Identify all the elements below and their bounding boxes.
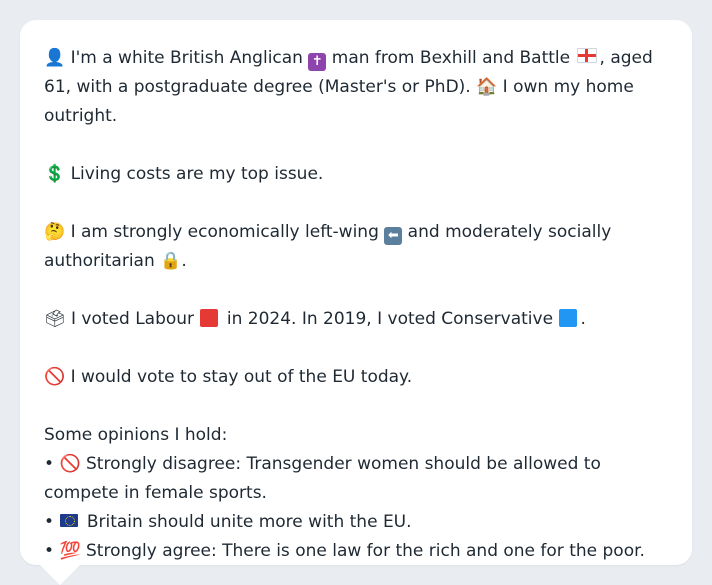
england-flag-icon [576, 48, 597, 63]
votes-paragraph: 🗳 I voted Labour in 2024. In 2019, I vot… [44, 305, 668, 334]
ideology-text-a: I am strongly economically left-wing [65, 222, 385, 242]
votes-text-c: . [580, 309, 586, 329]
opinion-text: Britain should unite more with the EU. [81, 512, 412, 532]
bullet: • [44, 512, 60, 532]
issue-paragraph: 💲 Living costs are my top issue. [44, 160, 668, 189]
hundred-points-icon: 💯 [59, 541, 81, 561]
votes-text-b: in 2024. In 2019, I voted Conservative [221, 309, 559, 329]
profile-text-b: man from Bexhill and Battle [326, 48, 576, 68]
opinion-text: Strongly disagree: Transgender women sho… [44, 454, 601, 503]
eu-flag-icon [60, 514, 79, 527]
message-bubble: 👤 I'm a white British Anglican ✝ man fro… [20, 20, 692, 565]
labour-red-square-icon [200, 309, 219, 327]
eu-text: I would vote to stay out of the EU today… [65, 367, 413, 387]
opinion-item: • 🚫 Strongly disagree: Transgender women… [44, 450, 668, 508]
ballot-box-icon: 🗳 [44, 309, 66, 329]
opinion-item: • Britain should unite more with the EU. [44, 508, 668, 537]
eu-paragraph: 🚫 I would vote to stay out of the EU tod… [44, 363, 668, 392]
bubble-tail [40, 565, 80, 585]
opinion-item: • 💯 Strongly agree: There is one law for… [44, 537, 668, 566]
cross-icon: ✝ [308, 53, 327, 71]
left-arrow-icon: ⬅ [384, 227, 403, 245]
bullet: • [44, 541, 60, 561]
opinions-heading: Some opinions I hold: [44, 425, 228, 445]
prohibited-icon: 🚫 [59, 454, 81, 474]
dollar-icon: 💲 [44, 164, 66, 184]
ideology-paragraph: 🤔 I am strongly economically left-wing ⬅… [44, 218, 668, 276]
prohibited-icon: 🚫 [44, 367, 66, 387]
issue-text: Living costs are my top issue. [65, 164, 324, 184]
profile-text-a: I'm a white British Anglican [65, 48, 309, 68]
votes-text-a: I voted Labour [65, 309, 200, 329]
bullet: • [44, 454, 60, 474]
thinking-face-icon: 🤔 [44, 222, 66, 242]
profile-paragraph: 👤 I'm a white British Anglican ✝ man fro… [44, 44, 668, 131]
house-icon: 🏠 [476, 77, 498, 97]
conservative-blue-square-icon [559, 309, 578, 327]
person-icon: 👤 [44, 48, 66, 68]
opinion-text: Strongly agree: There is one law for the… [80, 541, 645, 561]
ideology-text-c: . [181, 251, 187, 271]
lock-icon: 🔒 [160, 251, 182, 271]
persona-description: 👤 I'm a white British Anglican ✝ man fro… [44, 44, 668, 566]
